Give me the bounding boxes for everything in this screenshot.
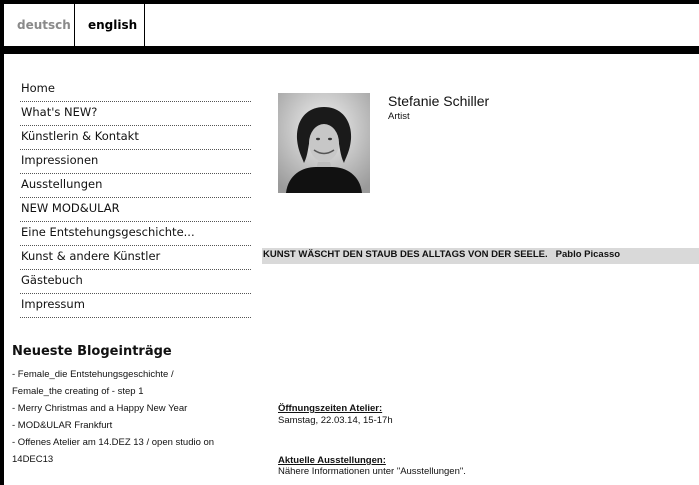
opening-hours-heading[interactable]: Öffnungszeiten Atelier: xyxy=(278,403,382,414)
blog-entry-link[interactable]: - Merry Christmas and a Happy New Year xyxy=(12,400,252,417)
nav-item-impressum[interactable]: Impressum xyxy=(20,295,251,318)
nav-item-entstehungsgeschichte[interactable]: Eine Entstehungsgeschichte... xyxy=(20,223,251,246)
nav-item-impressionen[interactable]: Impressionen xyxy=(20,151,251,174)
main-navigation: Home What's NEW? Künstlerin & Kontakt Im… xyxy=(20,79,251,319)
language-tab-english[interactable]: english xyxy=(75,4,145,46)
blog-entry-link[interactable]: Female_the creating of - step 1 xyxy=(12,383,252,400)
blog-entry-link[interactable]: - MOD&ULAR Frankfurt xyxy=(12,417,252,434)
blog-entry-link[interactable]: - Female_die Entstehungsgeschichte / xyxy=(12,366,252,383)
quote-author: Pablo Picasso xyxy=(555,249,621,260)
nav-item-ausstellungen[interactable]: Ausstellungen xyxy=(20,175,251,198)
nav-item-new-modular[interactable]: NEW MOD&ULAR xyxy=(20,199,251,222)
blog-entry-link[interactable]: - Offenes Atelier am 14.DEZ 13 / open st… xyxy=(12,434,252,451)
profile-name: Stefanie Schiller xyxy=(388,93,490,109)
profile-photo xyxy=(278,93,370,193)
nav-item-kuenstlerin-kontakt[interactable]: Künstlerin & Kontakt xyxy=(20,127,251,150)
header-band xyxy=(0,46,699,54)
blog-section-title: Neueste Blogeinträge xyxy=(12,344,172,359)
exhibitions-text: Nähere Informationen unter "Ausstellunge… xyxy=(278,466,466,477)
exhibitions-heading[interactable]: Aktuelle Ausstellungen: xyxy=(278,455,386,466)
opening-hours-text: Samstag, 22.03.14, 15-17h xyxy=(278,415,393,426)
nav-item-gaestebuch[interactable]: Gästebuch xyxy=(20,271,251,294)
nav-item-kunst-andere-kuenstler[interactable]: Kunst & andere Künstler xyxy=(20,247,251,270)
quote-text: KUNST WÄSCHT DEN STAUB DES ALLTAGS VON D… xyxy=(263,249,548,260)
language-bar: deutsch english xyxy=(4,4,699,46)
quote-banner: KUNST WÄSCHT DEN STAUB DES ALLTAGS VON D… xyxy=(262,248,699,264)
quote-text-line: KUNST WÄSCHT DEN STAUB DES ALLTAGS VON D… xyxy=(263,249,620,260)
profile-role: Artist xyxy=(388,111,410,122)
blog-entry-link[interactable]: 14DEC13 xyxy=(12,451,252,468)
nav-item-whats-new[interactable]: What's NEW? xyxy=(20,103,251,126)
portrait-image xyxy=(278,93,370,193)
blog-entry-list: - Female_die Entstehungsgeschichte / Fem… xyxy=(12,366,252,468)
nav-item-home[interactable]: Home xyxy=(20,79,251,102)
language-tab-deutsch[interactable]: deutsch xyxy=(4,4,75,46)
left-border xyxy=(0,0,4,485)
page-frame: deutsch english Home What's NEW? Künstle… xyxy=(0,0,699,485)
